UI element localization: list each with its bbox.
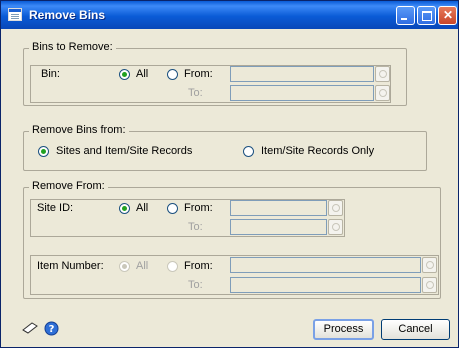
item-all-radio[interactable] bbox=[119, 261, 130, 272]
process-button-label: Process bbox=[323, 323, 364, 335]
site-from-field[interactable] bbox=[230, 200, 327, 216]
bin-all-radio[interactable] bbox=[119, 69, 130, 80]
site-from-label[interactable]: From: bbox=[184, 202, 213, 214]
cancel-button[interactable]: Cancel bbox=[381, 319, 450, 340]
item-site-only-radio[interactable] bbox=[243, 146, 254, 157]
remove-from-title: Remove From: bbox=[29, 180, 108, 192]
help-icon[interactable]: ? bbox=[44, 321, 59, 339]
site-from-radio[interactable] bbox=[167, 203, 178, 214]
cancel-button-label: Cancel bbox=[398, 323, 433, 335]
sites-and-item-site-label[interactable]: Sites and Item/Site Records bbox=[56, 145, 192, 157]
site-to-label: To: bbox=[188, 221, 203, 233]
site-id-label: Site ID: bbox=[37, 202, 74, 214]
bin-to-label: To: bbox=[188, 87, 203, 99]
remove-bins-window: Remove Bins ✕ Bins to Remove: Bin: All F… bbox=[0, 0, 459, 348]
site-to-field[interactable] bbox=[230, 219, 327, 235]
site-all-label[interactable]: All bbox=[136, 202, 148, 214]
close-button[interactable]: ✕ bbox=[438, 6, 457, 25]
bin-from-label[interactable]: From: bbox=[184, 68, 213, 80]
bin-all-label[interactable]: All bbox=[136, 68, 148, 80]
minimize-icon bbox=[401, 18, 407, 20]
bin-from-radio[interactable] bbox=[167, 69, 178, 80]
site-all-radio[interactable] bbox=[119, 203, 130, 214]
svg-text:?: ? bbox=[49, 324, 55, 335]
bin-label: Bin: bbox=[41, 68, 60, 80]
window-icon bbox=[8, 8, 22, 21]
bin-from-field[interactable] bbox=[230, 66, 374, 82]
item-to-label: To: bbox=[188, 279, 203, 291]
bin-to-field[interactable] bbox=[230, 85, 374, 101]
note-icon[interactable] bbox=[21, 321, 39, 338]
item-from-lookup-button[interactable] bbox=[422, 257, 437, 273]
item-to-lookup-button[interactable] bbox=[422, 277, 437, 293]
item-all-label[interactable]: All bbox=[136, 260, 148, 272]
sites-and-item-site-radio[interactable] bbox=[38, 146, 49, 157]
title-bar[interactable]: Remove Bins ✕ bbox=[1, 1, 458, 29]
close-icon: ✕ bbox=[442, 8, 454, 22]
process-button[interactable]: Process bbox=[313, 319, 374, 340]
maximize-button[interactable] bbox=[417, 6, 436, 25]
item-site-only-label[interactable]: Item/Site Records Only bbox=[261, 145, 374, 157]
item-from-label[interactable]: From: bbox=[184, 260, 213, 272]
window-title: Remove Bins bbox=[29, 8, 106, 22]
site-from-lookup-button[interactable] bbox=[328, 200, 343, 216]
bin-to-lookup-button[interactable] bbox=[375, 85, 390, 101]
bin-from-lookup-button[interactable] bbox=[375, 66, 390, 82]
item-from-field[interactable] bbox=[230, 257, 421, 273]
minimize-button[interactable] bbox=[396, 6, 415, 25]
maximize-icon bbox=[422, 11, 432, 21]
item-number-label: Item Number: bbox=[37, 260, 104, 272]
item-to-field[interactable] bbox=[230, 277, 421, 293]
item-from-radio[interactable] bbox=[167, 261, 178, 272]
site-to-lookup-button[interactable] bbox=[328, 219, 343, 235]
bins-to-remove-title: Bins to Remove: bbox=[29, 41, 116, 53]
remove-bins-from-title: Remove Bins from: bbox=[29, 124, 129, 136]
